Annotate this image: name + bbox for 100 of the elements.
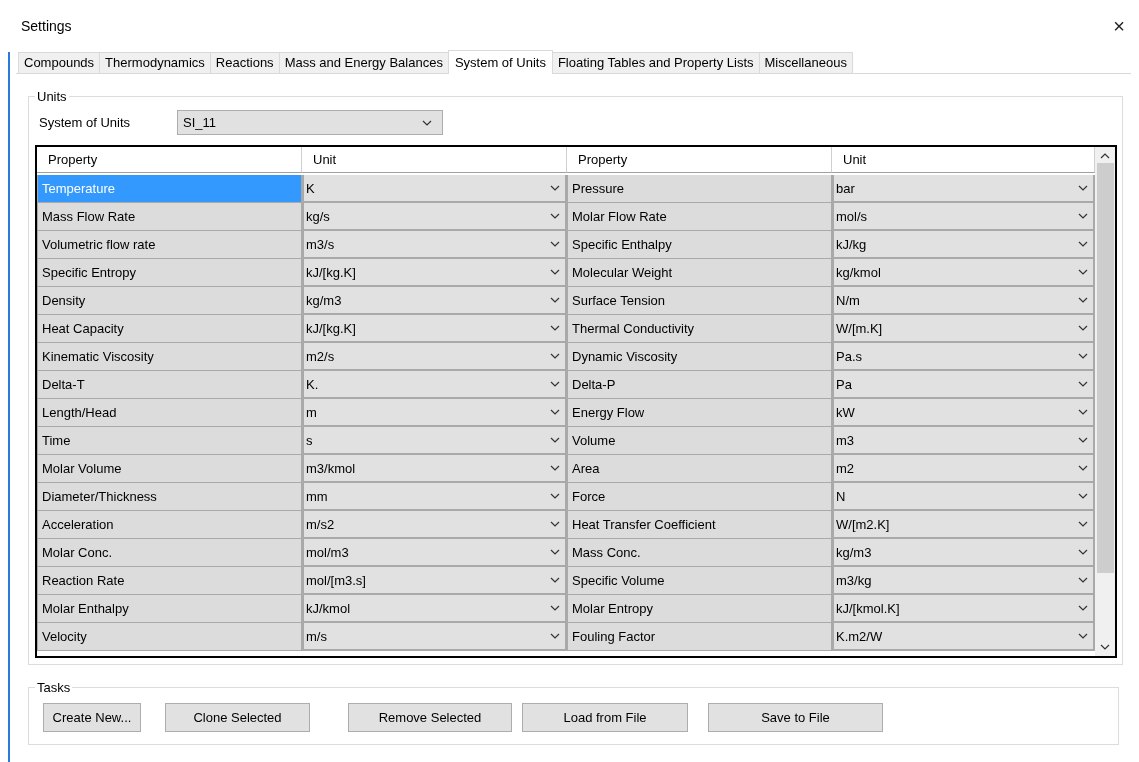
group-title: Units: [36, 89, 68, 104]
tab[interactable]: Miscellaneous: [758, 52, 853, 73]
property-cell[interactable]: Force: [567, 483, 832, 511]
property-cell[interactable]: Delta-T: [37, 371, 302, 399]
property-cell[interactable]: Molar Enthalpy: [37, 595, 302, 623]
unit-dropdown[interactable]: mol/m3: [302, 539, 567, 567]
unit-dropdown[interactable]: Pa.s: [832, 343, 1095, 371]
chevron-down-icon: [1078, 325, 1088, 331]
close-button[interactable]: ×: [1109, 14, 1129, 38]
tab[interactable]: Thermodynamics: [99, 52, 211, 73]
property-cell[interactable]: Fouling Factor: [567, 623, 832, 651]
chevron-down-icon: [1078, 493, 1088, 499]
unit-dropdown[interactable]: kg/m3: [302, 287, 567, 315]
property-cell[interactable]: Pressure: [567, 175, 832, 203]
task-button[interactable]: Remove Selected: [348, 703, 512, 732]
unit-dropdown[interactable]: K: [302, 175, 567, 203]
unit-dropdown[interactable]: m/s: [302, 623, 567, 651]
property-cell[interactable]: Delta-P: [567, 371, 832, 399]
scroll-thumb[interactable]: [1096, 163, 1114, 573]
unit-dropdown[interactable]: mm: [302, 483, 567, 511]
unit-dropdown[interactable]: kg/s: [302, 203, 567, 231]
property-cell[interactable]: Energy Flow: [567, 399, 832, 427]
tab[interactable]: System of Units: [447, 50, 553, 74]
chevron-down-icon: [1078, 297, 1088, 303]
unit-dropdown[interactable]: kJ/[kmol.K]: [832, 595, 1095, 623]
task-button[interactable]: Load from File: [522, 703, 688, 732]
property-cell[interactable]: Dynamic Viscosity: [567, 343, 832, 371]
unit-dropdown[interactable]: m3: [832, 427, 1095, 455]
chevron-down-icon: [550, 465, 560, 471]
unit-dropdown[interactable]: m/s2: [302, 511, 567, 539]
unit-dropdown[interactable]: kJ/kg: [832, 231, 1095, 259]
unit-dropdown[interactable]: m3/kg: [832, 567, 1095, 595]
property-cell[interactable]: Volumetric flow rate: [37, 231, 302, 259]
unit-dropdown[interactable]: Pa: [832, 371, 1095, 399]
tab[interactable]: Compounds: [18, 52, 101, 73]
property-cell[interactable]: Surface Tension: [567, 287, 832, 315]
chevron-down-icon: [550, 437, 560, 443]
task-button[interactable]: Save to File: [708, 703, 883, 732]
property-cell[interactable]: Specific Entropy: [37, 259, 302, 287]
unit-dropdown[interactable]: kg/kmol: [832, 259, 1095, 287]
chevron-down-icon: [1078, 381, 1088, 387]
unit-dropdown[interactable]: K.: [302, 371, 567, 399]
unit-dropdown[interactable]: kg/m3: [832, 539, 1095, 567]
unit-dropdown[interactable]: m2/s: [302, 343, 567, 371]
property-cell[interactable]: Mass Conc.: [567, 539, 832, 567]
property-cell[interactable]: Acceleration: [37, 511, 302, 539]
property-cell[interactable]: Time: [37, 427, 302, 455]
task-button[interactable]: Clone Selected: [165, 703, 310, 732]
property-cell[interactable]: Area: [567, 455, 832, 483]
tab[interactable]: Floating Tables and Property Lists: [551, 52, 760, 73]
chevron-down-icon: [1078, 409, 1088, 415]
property-cell[interactable]: Length/Head: [37, 399, 302, 427]
unit-dropdown[interactable]: N: [832, 483, 1095, 511]
window-title: Settings: [21, 18, 72, 34]
column-header[interactable]: Unit: [302, 147, 567, 173]
property-cell[interactable]: Diameter/Thickness: [37, 483, 302, 511]
property-cell[interactable]: Molar Flow Rate: [567, 203, 832, 231]
unit-dropdown[interactable]: kW: [832, 399, 1095, 427]
unit-dropdown[interactable]: m3/s: [302, 231, 567, 259]
unit-dropdown[interactable]: bar: [832, 175, 1095, 203]
chevron-down-icon: [550, 549, 560, 555]
chevron-down-icon: [550, 381, 560, 387]
column-header[interactable]: Property: [567, 147, 832, 173]
scrollbar[interactable]: [1095, 147, 1115, 656]
property-cell[interactable]: Mass Flow Rate: [37, 203, 302, 231]
property-cell[interactable]: Thermal Conductivity: [567, 315, 832, 343]
task-button[interactable]: Create New...: [43, 703, 141, 732]
property-cell[interactable]: Heat Transfer Coefficient: [567, 511, 832, 539]
unit-dropdown[interactable]: N/m: [832, 287, 1095, 315]
unit-dropdown[interactable]: K.m2/W: [832, 623, 1095, 651]
unit-dropdown[interactable]: kJ/[kg.K]: [302, 259, 567, 287]
chevron-down-icon: [1078, 437, 1088, 443]
property-cell[interactable]: Kinematic Viscosity: [37, 343, 302, 371]
property-cell[interactable]: Velocity: [37, 623, 302, 651]
property-cell[interactable]: Heat Capacity: [37, 315, 302, 343]
property-cell[interactable]: Molecular Weight: [567, 259, 832, 287]
property-cell[interactable]: Density: [37, 287, 302, 315]
property-cell[interactable]: Molar Conc.: [37, 539, 302, 567]
unit-dropdown[interactable]: m3/kmol: [302, 455, 567, 483]
property-cell[interactable]: Specific Enthalpy: [567, 231, 832, 259]
property-cell[interactable]: Specific Volume: [567, 567, 832, 595]
chevron-down-icon: [550, 353, 560, 359]
column-header[interactable]: Property: [37, 147, 302, 173]
property-cell[interactable]: Volume: [567, 427, 832, 455]
unit-dropdown[interactable]: mol/[m3.s]: [302, 567, 567, 595]
unit-dropdown[interactable]: m2: [832, 455, 1095, 483]
unit-dropdown[interactable]: W/[m2.K]: [832, 511, 1095, 539]
unit-dropdown[interactable]: kJ/[kg.K]: [302, 315, 567, 343]
property-cell[interactable]: Molar Entropy: [567, 595, 832, 623]
property-cell[interactable]: Molar Volume: [37, 455, 302, 483]
property-cell[interactable]: Reaction Rate: [37, 567, 302, 595]
unit-dropdown[interactable]: W/[m.K]: [832, 315, 1095, 343]
unit-dropdown[interactable]: m: [302, 399, 567, 427]
unit-dropdown[interactable]: s: [302, 427, 567, 455]
column-header[interactable]: Unit: [832, 147, 1095, 173]
system-dropdown[interactable]: SI_11: [177, 110, 443, 135]
unit-dropdown[interactable]: kJ/kmol: [302, 595, 567, 623]
tab[interactable]: Reactions: [209, 52, 280, 73]
tab[interactable]: Mass and Energy Balances: [278, 52, 449, 73]
unit-dropdown[interactable]: mol/s: [832, 203, 1095, 231]
